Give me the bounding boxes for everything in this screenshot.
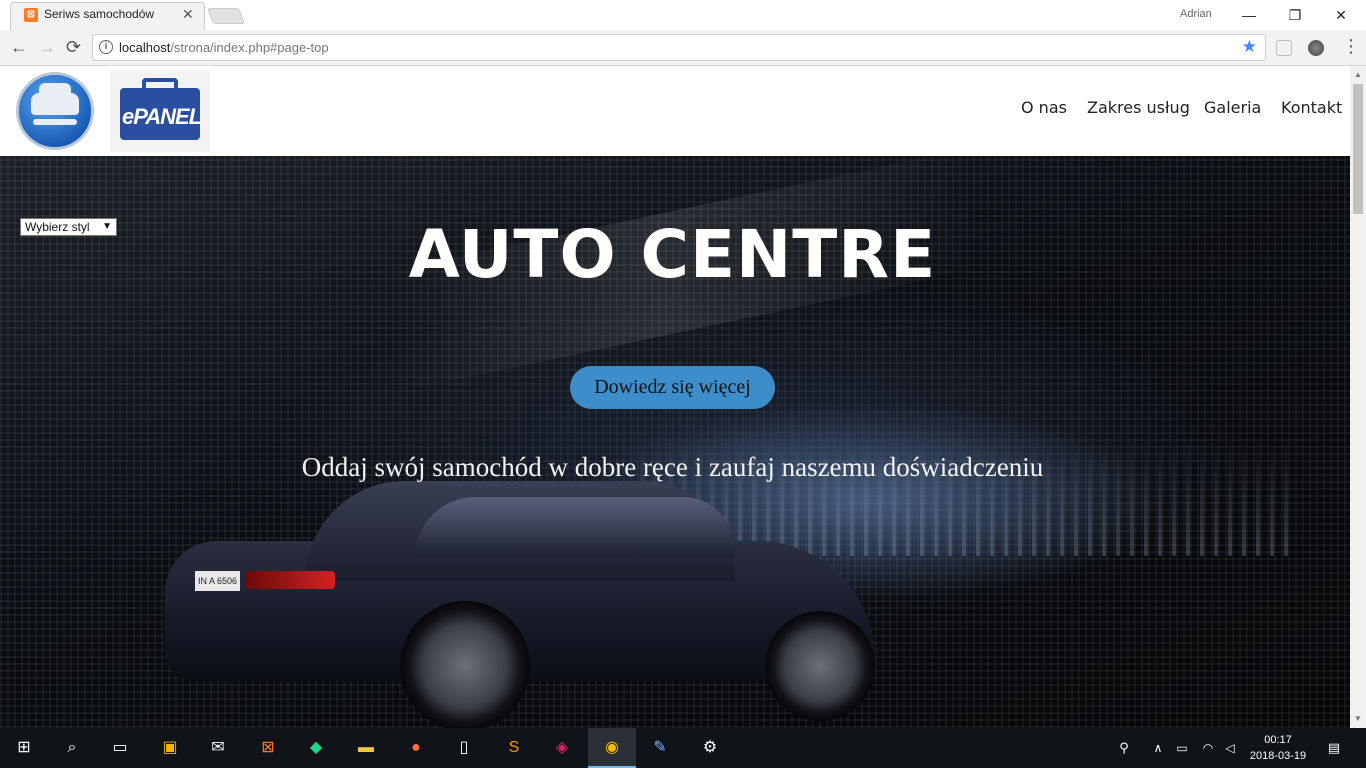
tab-close-icon[interactable]: ✕ bbox=[182, 6, 194, 23]
hero-title: AUTO CENTRE bbox=[408, 216, 937, 293]
battery-icon[interactable]: ▭ bbox=[1170, 736, 1194, 760]
sublime-icon[interactable]: S bbox=[502, 736, 526, 760]
nav-galeria[interactable]: Galeria bbox=[1204, 98, 1261, 117]
scroll-down-icon[interactable]: ▼ bbox=[1354, 714, 1362, 723]
car-service-logo-icon[interactable] bbox=[16, 72, 94, 150]
hero-section: IN A 6506 Wybierz styl ▼ AUTO CENTRE Dow… bbox=[0, 103, 1350, 728]
rear-wheel bbox=[400, 601, 530, 728]
nav-o-nas[interactable]: O nas bbox=[1021, 98, 1067, 117]
clock-date[interactable]: 2018-03-19 bbox=[1243, 750, 1313, 762]
clion-icon[interactable]: ◆ bbox=[304, 736, 328, 760]
car-image: IN A 6506 bbox=[165, 471, 880, 728]
front-wheel bbox=[765, 611, 875, 721]
mail-icon[interactable]: ✉ bbox=[206, 736, 230, 760]
url-path: /strona/index.php#page-top bbox=[170, 40, 329, 55]
close-window-button[interactable]: ✕ bbox=[1318, 4, 1364, 26]
logo-wrench-shape bbox=[33, 119, 77, 125]
intellij-icon[interactable]: ◈ bbox=[550, 736, 574, 760]
car-taillight bbox=[245, 571, 335, 589]
volume-muted-icon[interactable]: ◁ bbox=[1218, 736, 1242, 760]
clock-time[interactable]: 00:17 bbox=[1243, 734, 1313, 746]
tab-title: Seriws samochodów bbox=[44, 7, 155, 21]
firefox-icon[interactable]: ● bbox=[404, 736, 428, 760]
browser-menu-icon[interactable]: ⋮ bbox=[1342, 37, 1360, 55]
logo-car-shape bbox=[31, 83, 79, 115]
scroll-up-icon[interactable]: ▲ bbox=[1354, 70, 1362, 79]
restore-button[interactable]: ❐ bbox=[1272, 4, 1318, 26]
xampp-favicon-icon: ⊠ bbox=[24, 8, 38, 22]
chrome-icon[interactable]: ◉ bbox=[600, 736, 624, 760]
page-scrollbar[interactable]: ▲ ▼ bbox=[1350, 66, 1366, 728]
back-icon[interactable]: ← bbox=[10, 38, 28, 56]
wifi-icon[interactable]: ◠ bbox=[1196, 736, 1220, 760]
tray-chevron-icon[interactable]: ∧ bbox=[1146, 736, 1170, 760]
bookmark-star-icon[interactable]: ★ bbox=[1242, 37, 1257, 57]
forward-icon[interactable]: → bbox=[38, 38, 56, 56]
reload-icon[interactable]: ⟳ bbox=[66, 38, 81, 56]
nav-kontakt[interactable]: Kontakt bbox=[1281, 98, 1342, 117]
epanel-logo-text: ePANEL bbox=[122, 104, 202, 129]
car-window bbox=[415, 497, 735, 557]
xampp-icon[interactable]: ⊠ bbox=[256, 736, 280, 760]
windows-start-icon[interactable]: ⊞ bbox=[12, 736, 36, 760]
minimize-button[interactable]: — bbox=[1226, 4, 1272, 26]
brackets-icon[interactable]: ▯ bbox=[452, 736, 476, 760]
task-view-icon[interactable]: ▭ bbox=[108, 736, 132, 760]
settings-gear-icon[interactable]: ⚙ bbox=[698, 736, 722, 760]
epanel-logo[interactable]: ePANEL bbox=[110, 70, 210, 152]
url-text[interactable]: localhost/strona/index.php#page-top bbox=[119, 40, 329, 55]
scroll-thumb[interactable] bbox=[1353, 84, 1363, 214]
paint-icon[interactable]: ✎ bbox=[648, 736, 672, 760]
extension-icon[interactable] bbox=[1276, 40, 1292, 56]
hero-subtitle: Oddaj swój samochód w dobre ręce i zaufa… bbox=[301, 452, 1044, 482]
profile-name[interactable]: Adrian bbox=[1180, 8, 1212, 20]
browser-tab-bar: ⊠ Seriws samochodów ✕ Adrian — ❐ ✕ bbox=[0, 0, 1366, 30]
site-info-icon[interactable]: i bbox=[99, 40, 113, 54]
store-icon[interactable]: ▣ bbox=[158, 736, 182, 760]
new-tab-button[interactable] bbox=[207, 8, 245, 24]
license-plate: IN A 6506 bbox=[195, 571, 240, 591]
browser-toolbar: ← → ⟳ i localhost/strona/index.php#page-… bbox=[0, 30, 1366, 66]
notifications-icon[interactable]: ▤ bbox=[1322, 736, 1346, 760]
url-host: localhost bbox=[119, 40, 171, 55]
address-bar[interactable]: i localhost/strona/index.php#page-top ★ bbox=[92, 34, 1266, 61]
windows-taskbar: ⊞ ⌕ ▭ ▣ ✉ ⊠ ◆ ▬ ● ▯ S ◈ ◉ ✎ ⚙ ⚲ ∧ ▭ ◠ ◁ … bbox=[0, 728, 1366, 768]
file-explorer-icon[interactable]: ▬ bbox=[354, 736, 378, 760]
search-icon[interactable]: ⌕ bbox=[60, 736, 84, 760]
web-page: ePANEL O nas Zakres usług Galeria Kontak… bbox=[0, 66, 1350, 728]
learn-more-button[interactable]: Dowiedz się więcej bbox=[570, 366, 775, 409]
people-icon[interactable]: ⚲ bbox=[1112, 736, 1136, 760]
extension-globe-icon[interactable] bbox=[1308, 40, 1324, 56]
